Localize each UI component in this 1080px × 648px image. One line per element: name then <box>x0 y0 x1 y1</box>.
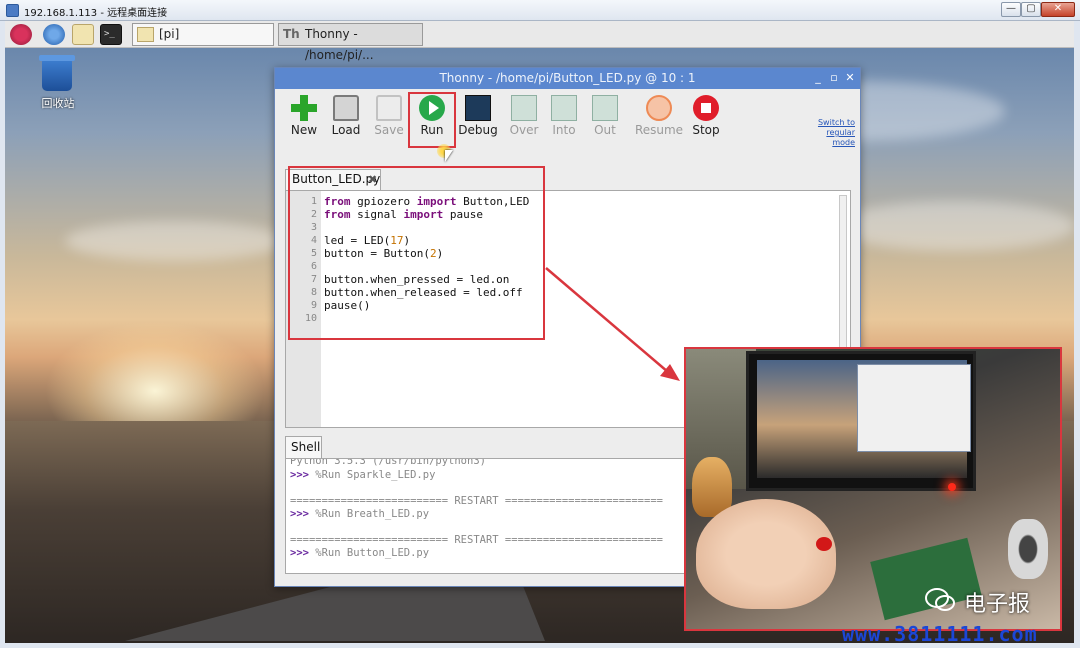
rdp-window-title: 192.168.1.113 - 远程桌面连接 <box>24 8 168 19</box>
shell-line: ========================= RESTART ======… <box>290 534 663 546</box>
folder-icon <box>137 27 154 42</box>
toolbar-label: Over <box>509 123 539 137</box>
web-browser-icon[interactable] <box>43 24 65 45</box>
rdp-maximize-button[interactable]: ▢ <box>1021 2 1041 17</box>
watermark-url: www.3811111.com <box>842 622 1038 646</box>
remote-desktop-icon <box>6 4 19 17</box>
thonny-minimize-button[interactable]: _ <box>811 71 825 85</box>
tab-shell[interactable]: Shell <box>285 436 322 458</box>
desktop-trash[interactable]: 回收站 <box>36 55 76 125</box>
toolbar-label: Resume <box>634 123 684 137</box>
mouse-pointer-icon <box>437 144 457 164</box>
resume-icon <box>646 95 672 121</box>
shell-line: >>> %Run Button_LED.py <box>290 547 430 559</box>
toolbar-label: Save <box>374 123 404 137</box>
load-bag-icon <box>333 95 359 121</box>
taskbar-task-label: [pi] <box>159 27 180 41</box>
photo-thonny-window <box>857 364 971 452</box>
photo-push-button <box>816 537 832 551</box>
toolbar-label: Load <box>331 123 361 137</box>
step-into-icon <box>551 95 577 121</box>
shell-line: >>> %Run Sparkle_LED.py <box>290 469 436 481</box>
new-button[interactable]: New <box>283 95 325 147</box>
photo-speaker <box>1008 519 1048 579</box>
step-out-icon <box>592 95 618 121</box>
switch-mode-link[interactable]: Switch to regular mode <box>803 118 855 148</box>
step-out-button[interactable]: Out <box>584 95 626 147</box>
photo-lit-led <box>948 483 956 491</box>
trash-bin-icon <box>42 59 72 91</box>
step-into-button[interactable]: Into <box>543 95 585 147</box>
photo-monitor <box>746 351 976 491</box>
stop-button[interactable]: Stop <box>685 95 727 147</box>
sky-cloud <box>835 201 1074 251</box>
shell-line: ========================= RESTART ======… <box>290 495 663 507</box>
toolbar-label: Debug <box>458 123 498 137</box>
photo-monitor-screen <box>757 360 971 478</box>
photo-hand <box>696 499 836 609</box>
thonny-titlebar[interactable]: Thonny - /home/pi/Button_LED.py @ 10 : 1… <box>275 68 860 89</box>
shell-line: Python 3.5.3 (/usr/bin/python3) <box>290 458 486 467</box>
taskbar-task-label: Thonny - /home/pi/... <box>305 27 374 62</box>
save-bag-icon <box>376 95 402 121</box>
load-button[interactable]: Load <box>325 95 367 147</box>
resume-button[interactable]: Resume <box>634 95 684 147</box>
debug-icon <box>465 95 491 121</box>
sky-cloud <box>65 221 285 261</box>
debug-button[interactable]: Debug <box>457 95 499 147</box>
watermark-brand: 电子报 <box>964 592 1031 617</box>
thonny-close-button[interactable]: ✕ <box>843 71 857 85</box>
arrow-cursor <box>445 150 453 162</box>
thonny-maximize-button[interactable]: ▫ <box>827 71 841 85</box>
file-manager-icon[interactable] <box>72 24 94 45</box>
shell-line: >>> %Run Breath_LED.py <box>290 508 430 520</box>
code-highlight-box <box>288 166 545 340</box>
pi-taskbar: >_ [pi] Th Thonny - /home/pi/... <box>5 21 1074 62</box>
toolbar-label: Out <box>594 123 616 137</box>
run-button-highlight <box>408 92 456 148</box>
rdp-frame-right <box>1074 21 1080 643</box>
rdp-titlebar: 192.168.1.113 - 远程桌面连接 — ▢ ✕ <box>0 0 1080 21</box>
terminal-icon[interactable]: >_ <box>100 24 122 45</box>
save-button[interactable]: Save <box>368 95 410 147</box>
toolbar-label: Stop <box>692 123 720 137</box>
trash-lid <box>39 55 75 61</box>
taskbar-task-files[interactable]: [pi] <box>132 23 274 46</box>
toolbar-label: New <box>290 123 318 137</box>
step-over-button[interactable]: Over <box>503 95 545 147</box>
taskbar-task-thonny[interactable]: Th Thonny - /home/pi/... <box>278 23 423 62</box>
thonny-logo-icon: Th <box>283 27 300 42</box>
trash-label: 回收站 <box>41 97 75 110</box>
rdp-close-button[interactable]: ✕ <box>1041 2 1075 17</box>
thonny-window-title: Thonny - /home/pi/Button_LED.py @ 10 : 1 <box>439 71 696 85</box>
step-over-icon <box>511 95 537 121</box>
rdp-minimize-button[interactable]: — <box>1001 2 1021 17</box>
raspberry-menu-icon[interactable] <box>10 24 32 45</box>
stop-icon <box>693 95 719 121</box>
wechat-icon <box>925 588 955 611</box>
plus-icon <box>291 95 317 121</box>
toolbar-label: Into <box>552 123 576 137</box>
